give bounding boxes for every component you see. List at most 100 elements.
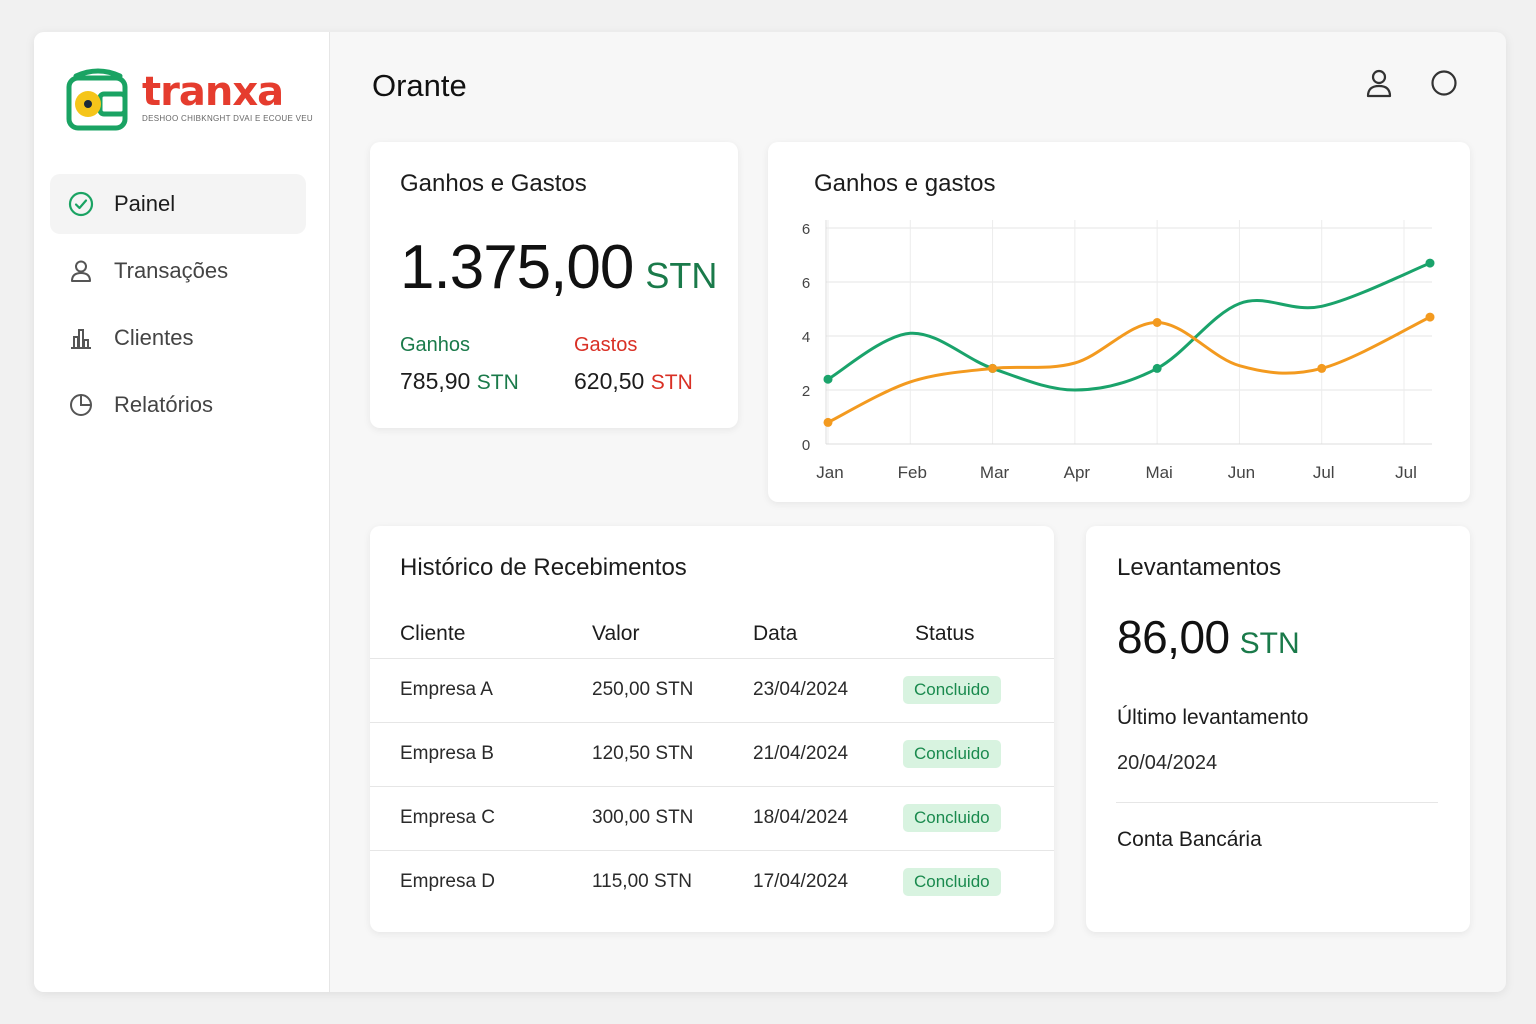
cell-status: Concluido <box>903 849 1054 914</box>
data-point <box>1425 258 1435 268</box>
data-point <box>1152 363 1162 373</box>
user-icon <box>1366 69 1392 98</box>
income-amount: 785,90 <box>400 368 471 394</box>
column-header-cliente[interactable]: Cliente <box>370 610 592 658</box>
cell-status: Concluido <box>903 785 1054 850</box>
y-tick-label: 2 <box>802 383 810 400</box>
status-button[interactable] <box>1429 68 1459 98</box>
status-badge: Concluido <box>903 676 1001 704</box>
table-row[interactable]: Empresa A 250,00 STN 23/04/2024 Concluid… <box>370 657 1054 722</box>
total-value: 1.375,00 STN <box>400 232 717 303</box>
cell-data: 17/04/2024 <box>753 849 915 914</box>
x-tick-label: Mai <box>1145 463 1172 482</box>
cell-cliente: Empresa A <box>370 657 592 722</box>
status-badge: Concluido <box>903 868 1001 897</box>
check-circle-icon <box>68 191 94 217</box>
divider <box>1116 802 1438 803</box>
cell-valor: 120,50 STN <box>592 721 753 786</box>
x-tick-label: Jan <box>816 463 843 482</box>
summary-card: Ganhos e Gastos 1.375,00 STN Ganhos 785,… <box>370 142 738 428</box>
sidebar-nav: Painel Transações Clientes Relatórios <box>50 174 306 442</box>
column-header-data[interactable]: Data <box>753 610 915 658</box>
app-window: tranxa DESHOO CHIBKNGHT DVAI E ECOUE VEU… <box>34 32 1506 992</box>
cell-valor: 300,00 STN <box>592 785 753 850</box>
table-header-row: Cliente Valor Data Status <box>370 610 1054 658</box>
sidebar: tranxa DESHOO CHIBKNGHT DVAI E ECOUE VEU… <box>34 32 330 992</box>
sidebar-item-label: Transações <box>114 258 229 283</box>
sidebar-item-label: Relatórios <box>114 392 214 417</box>
last-withdrawal-label: Último levantamento <box>1117 706 1309 729</box>
cell-valor: 115,00 STN <box>592 849 753 914</box>
table-row[interactable]: Empresa D 115,00 STN 17/04/2024 Concluid… <box>370 849 1054 914</box>
x-tick-label: Apr <box>1064 463 1091 482</box>
x-tick-label: Feb <box>898 463 927 482</box>
withdrawals-title: Levantamentos <box>1117 554 1282 581</box>
column-header-status[interactable]: Status <box>915 610 1054 658</box>
brand-name: tranxa <box>142 69 284 115</box>
income-currency: STN <box>476 371 519 394</box>
y-tick-label: 6 <box>802 275 810 292</box>
sidebar-item-label: Clientes <box>114 325 194 350</box>
status-badge: Concluido <box>903 740 1001 768</box>
user-icon <box>68 258 94 284</box>
data-point <box>1425 312 1435 322</box>
sidebar-item-label: Painel <box>114 191 176 216</box>
expense-currency: STN <box>650 371 693 394</box>
wallet-logo-icon <box>66 68 128 131</box>
x-tick-label: Mar <box>980 463 1010 482</box>
status-badge: Concluido <box>903 804 1001 832</box>
pie-chart-icon <box>68 392 94 418</box>
table-row[interactable]: Empresa C 300,00 STN 18/04/2024 Concluid… <box>370 785 1054 850</box>
cell-data: 23/04/2024 <box>753 657 915 722</box>
brand-logo[interactable]: tranxa DESHOO CHIBKNGHT DVAI E ECOUE VEU <box>66 64 313 132</box>
withdrawals-amount: 86,00 <box>1117 611 1230 663</box>
chart-card: Ganhos e gastos 0 2 4 6 6 Jan Feb Mar Apr Mai Jun J… <box>768 142 1470 502</box>
x-tick-label: Jul <box>1313 463 1335 482</box>
history-table: Cliente Valor Data Status Empresa A 250,… <box>370 610 1054 914</box>
expense-value: 620,50 STN <box>574 368 693 395</box>
cell-data: 18/04/2024 <box>753 785 915 850</box>
brand-tagline: DESHOO CHIBKNGHT DVAI E ECOUE VEU <box>142 114 313 123</box>
data-point <box>1152 318 1162 327</box>
cell-status: Concluido <box>903 721 1054 786</box>
withdrawals-value: 86,00 STN <box>1117 610 1300 664</box>
summary-title: Ganhos e Gastos <box>400 170 587 197</box>
sidebar-item-clientes[interactable]: Clientes <box>50 308 306 368</box>
withdrawals-card: Levantamentos 86,00 STN Último levantame… <box>1086 526 1470 932</box>
data-point <box>823 417 833 427</box>
history-card: Histórico de Recebimentos Cliente Valor … <box>370 526 1054 932</box>
income-label: Ganhos <box>400 334 471 356</box>
expense-label: Gastos <box>574 334 638 356</box>
cell-cliente: Empresa B <box>370 721 592 786</box>
expense-amount: 620,50 <box>574 368 645 394</box>
y-tick-label: 4 <box>802 329 810 346</box>
cell-cliente: Empresa C <box>370 785 592 850</box>
y-tick-label: 6 <box>802 221 810 238</box>
cell-status: Concluido <box>903 657 1054 722</box>
sidebar-item-painel[interactable]: Painel <box>50 174 306 234</box>
profile-button[interactable] <box>1364 68 1394 98</box>
y-tick-label: 0 <box>802 437 810 454</box>
cell-valor: 250,00 STN <box>592 657 753 722</box>
cell-cliente: Empresa D <box>370 849 592 914</box>
history-title: Histórico de Recebimentos <box>400 554 687 581</box>
page-title: Orante <box>372 68 467 103</box>
withdrawals-currency: STN <box>1239 627 1300 660</box>
bank-account-link[interactable]: Conta Bancária <box>1117 828 1262 852</box>
x-tick-label: Jun <box>1228 463 1255 482</box>
income-value: 785,90 STN <box>400 368 519 395</box>
data-point <box>988 363 998 373</box>
data-point <box>1317 363 1327 373</box>
x-tick-label: Jul <box>1395 463 1417 482</box>
last-withdrawal-date: 20/04/2024 <box>1117 752 1218 774</box>
cell-data: 21/04/2024 <box>753 721 915 786</box>
column-header-valor[interactable]: Valor <box>592 610 753 658</box>
total-amount: 1.375,00 <box>400 233 634 302</box>
sidebar-item-transacoes[interactable]: Transações <box>50 241 306 301</box>
line-chart: 0 2 4 6 6 Jan Feb Mar Apr Mai Jun Jul Jul <box>802 220 1435 482</box>
bar-chart-icon <box>68 325 94 351</box>
table-row[interactable]: Empresa B 120,50 STN 21/04/2024 Concluid… <box>370 721 1054 786</box>
total-currency: STN <box>645 255 718 296</box>
data-point <box>823 374 833 384</box>
sidebar-item-relatorios[interactable]: Relatórios <box>50 375 306 435</box>
